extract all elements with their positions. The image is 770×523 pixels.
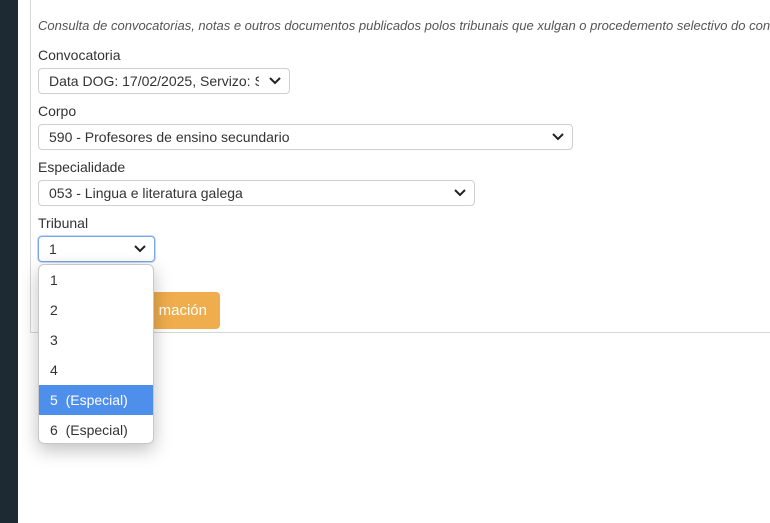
tribunal-select[interactable]: 1 — [38, 236, 155, 262]
especialidade-label: Especialidade — [38, 159, 126, 175]
tribunal-label: Tribunal — [38, 215, 89, 231]
page-description: Consulta de convocatorias, notas e outro… — [38, 18, 770, 33]
tribunal-option-highlighted[interactable]: 5 (Especial) — [39, 385, 153, 415]
tribunal-option[interactable]: 3 — [39, 325, 153, 355]
chevron-down-icon — [454, 189, 466, 197]
especialidade-value: 053 - Lingua e literatura galega — [49, 185, 243, 201]
corpo-select[interactable]: 590 - Profesores de ensino secundario — [38, 124, 573, 150]
corpo-value: 590 - Profesores de ensino secundario — [49, 129, 290, 145]
tribunal-option[interactable]: 1 — [39, 265, 153, 295]
tribunal-option[interactable]: 6 (Especial) — [39, 415, 153, 443]
tribunal-dropdown: 1 2 3 4 5 (Especial) 6 (Especial) — [38, 264, 154, 444]
corpo-label: Corpo — [38, 103, 77, 119]
tribunal-value: 1 — [49, 241, 57, 257]
tribunal-option[interactable]: 4 — [39, 355, 153, 385]
convocatoria-select[interactable]: Data DOG: 17/02/2025, Servizo: S — [38, 68, 290, 94]
especialidade-select[interactable]: 053 - Lingua e literatura galega — [38, 180, 475, 206]
tribunal-option[interactable]: 2 — [39, 295, 153, 325]
convocatoria-label: Convocatoria — [38, 47, 121, 63]
chevron-down-icon — [269, 77, 281, 85]
convocatoria-value: Data DOG: 17/02/2025, Servizo: S — [49, 73, 259, 89]
chevron-down-icon — [134, 245, 146, 253]
left-sidebar-edge — [0, 0, 18, 523]
chevron-down-icon — [552, 133, 564, 141]
